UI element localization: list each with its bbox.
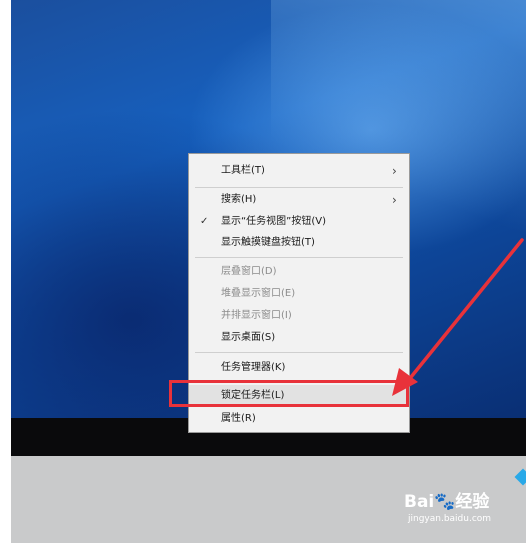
baidu-jingyan-watermark: Bai🐾经验 jingyan.baidu.com <box>404 487 500 529</box>
watermark-logo: Bai🐾经验 <box>404 492 490 512</box>
screenshot-frame: 工具栏(T) › 搜索(H) › ✓ 显示“任务视图”按钮(V) 显示触摸键盘按… <box>0 0 526 543</box>
watermark-url: jingyan.baidu.com <box>408 514 492 524</box>
pointer-arrow-icon <box>392 238 524 396</box>
